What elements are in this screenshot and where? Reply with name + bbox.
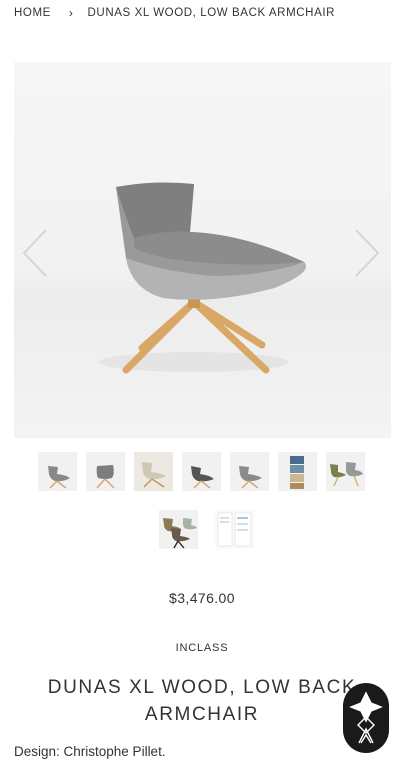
main-product-image[interactable] (14, 62, 391, 438)
thumbnail[interactable] (86, 452, 125, 491)
product-title: DUNAS XL WOOD, LOW BACK ARMCHAIR (47, 677, 357, 725)
thumbnail[interactable] (278, 452, 317, 491)
thumbnail-row (0, 452, 404, 491)
chevron-left-icon[interactable] (20, 228, 50, 278)
breadcrumb-current: DUNAS XL WOOD, LOW BACK ARMCHAIR (87, 7, 336, 19)
breadcrumb-home-link[interactable]: HOME (14, 7, 51, 19)
breadcrumb: HOME › DUNAS XL WOOD, LOW BACK ARMCHAIR (14, 5, 335, 21)
brand-logo-badge[interactable] (343, 683, 389, 753)
thumbnail[interactable] (230, 452, 269, 491)
product-designer: Design: Christophe Pillet. (14, 744, 166, 759)
thumbnail[interactable] (182, 452, 221, 491)
thumbnail[interactable] (38, 452, 77, 491)
thumbnail[interactable] (134, 452, 173, 491)
chevron-right-icon[interactable] (352, 228, 382, 278)
thumbnail[interactable] (326, 452, 365, 491)
product-price: $3,476.00 (169, 590, 235, 606)
thumbnail-row (0, 510, 404, 549)
thumbnail[interactable] (215, 510, 254, 549)
product-vendor-link[interactable]: INCLASS (0, 642, 404, 654)
thumbnail[interactable] (159, 510, 198, 549)
brand-logo-icon (349, 691, 383, 744)
breadcrumb-separator: › (68, 6, 74, 20)
